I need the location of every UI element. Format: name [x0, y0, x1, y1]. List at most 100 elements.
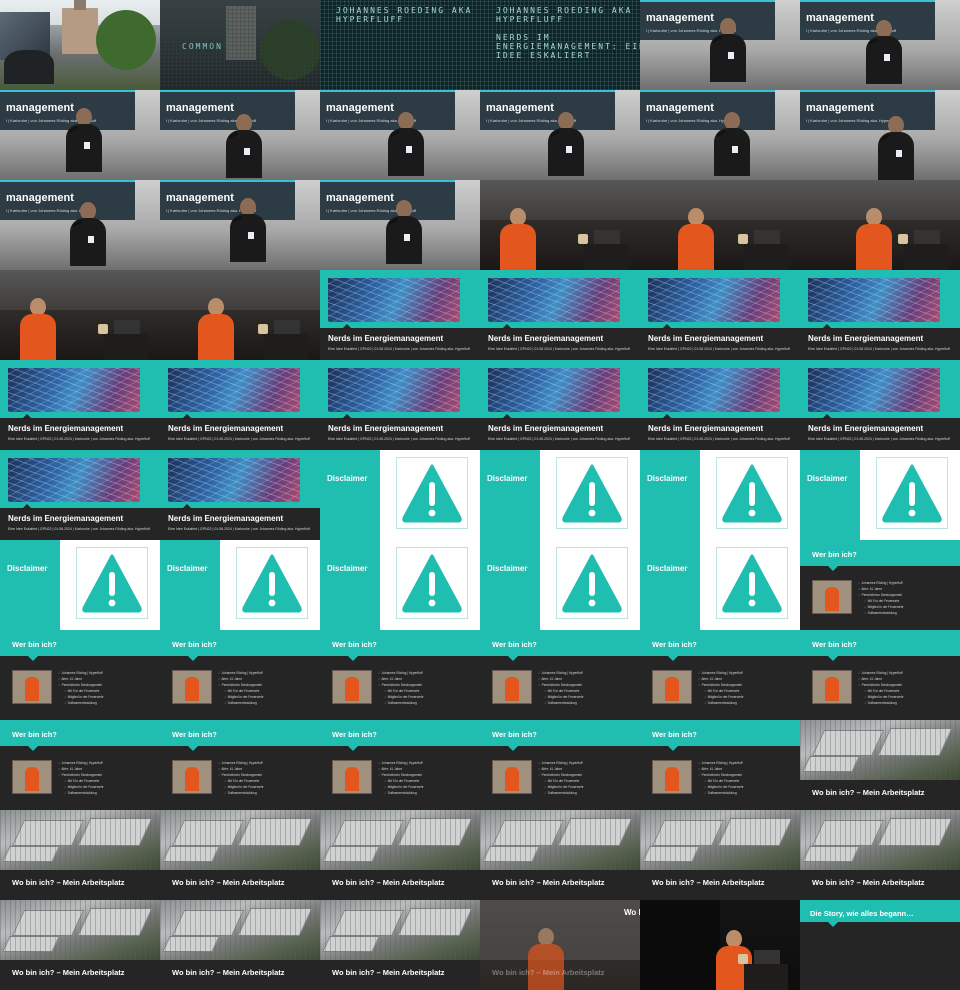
thumb-disclaimer-slide[interactable]: Disclaimer: [0, 540, 160, 630]
thumb-wer-bin-ich-slide[interactable]: Wer bin ich? ✓ Johannes Röding | Hyperfl…: [160, 720, 320, 810]
speaker-photo: [12, 760, 52, 794]
speaker-figure: [665, 767, 679, 791]
thumb-title-slide[interactable]: Nerds im Energiemanagement Eine Idee Esk…: [160, 450, 320, 540]
thumb-wer-bin-ich-slide[interactable]: Wer bin ich? ✓ Johannes Röding | Hyperfl…: [800, 540, 960, 630]
thumb-arbeitsplatz-slide[interactable]: Wo bin ich? – Mein Arbeitsplatz: [480, 810, 640, 900]
thumb-disclaimer-slide[interactable]: Disclaimer: [480, 450, 640, 540]
thumb-stage-speaker[interactable]: management l | Karlsruhe | von Johannes …: [160, 180, 320, 270]
pointer-arrow: [828, 922, 838, 927]
pointer-arrow: [508, 746, 518, 751]
thumb-stage-speaker[interactable]: management l | Karlsruhe | von Johannes …: [160, 90, 320, 180]
thumb-title-slide[interactable]: Nerds im Energiemanagement Eine Idee Esk…: [800, 270, 960, 360]
thumb-outdoor[interactable]: [0, 0, 160, 90]
pointer-arrow: [854, 474, 860, 484]
thumb-arbeitsplatz-slide[interactable]: Wo bin ich? – Mein Arbeitsplatz: [160, 900, 320, 990]
thumb-title-slide[interactable]: Nerds im Energiemanagement Eine Idee Esk…: [640, 270, 800, 360]
slide-header: Wer bin ich?: [480, 630, 640, 656]
thumb-disclaimer-slide[interactable]: Disclaimer: [640, 540, 800, 630]
thumb-transition[interactable]: COMMON: [160, 0, 320, 90]
thumb-story-slide[interactable]: Die Story, wie alles begann…: [800, 900, 960, 990]
bio-list: ✓ Johannes Röding | Hyperfluff ✓ Alter: …: [58, 760, 104, 796]
thumb-arbeitsplatz-slide[interactable]: Wo bin ich? – Mein Arbeitsplatz: [640, 810, 800, 900]
thumb-wer-bin-ich-slide[interactable]: Wer bin ich? ✓ Johannes Röding | Hyperfl…: [480, 630, 640, 720]
thumb-stage-speaker[interactable]: management l | Karlsruhe | von Johannes …: [640, 90, 800, 180]
thumb-wer-bin-ich-slide[interactable]: Wer bin ich? ✓ Johannes Röding | Hyperfl…: [480, 720, 640, 810]
thumb-fading-transition[interactable]: Wo bin ich? – Mein Arbeitsplatz Wo bi: [480, 900, 640, 990]
thumb-title-slide[interactable]: Nerds im Energiemanagement Eine Idee Esk…: [0, 360, 160, 450]
thumb-wer-bin-ich-slide[interactable]: Wer bin ich? ✓ Johannes Röding | Hyperfl…: [640, 630, 800, 720]
thumb-arbeitsplatz-slide[interactable]: Wo bin ich? – Mein Arbeitsplatz: [800, 810, 960, 900]
thumb-disclaimer-slide[interactable]: Disclaimer: [160, 540, 320, 630]
thumb-mono-title[interactable]: JOHANNES ROEDING AKA HYPERFLUFF NERDS IM…: [480, 0, 640, 90]
thumb-speaker-orange[interactable]: [0, 270, 160, 360]
slide-title: Wer bin ich?: [492, 730, 537, 739]
speaker: [548, 112, 584, 176]
pointer-arrow: [214, 564, 220, 574]
slide-header: Wer bin ich?: [320, 720, 480, 746]
thumb-arbeitsplatz-slide[interactable]: Wo bin ich? – Mein Arbeitsplatz: [160, 810, 320, 900]
bio-subitem: ✓ Softwareentwicklung: [64, 701, 97, 705]
speaker-photo: [172, 760, 212, 794]
network-image: [648, 368, 780, 412]
slide-subtitle: Eine Idee Eskaliert | GPN22 | 01.06.2024…: [8, 527, 150, 531]
warning-frame: [396, 547, 468, 619]
thumb-speaker-orange[interactable]: [640, 180, 800, 270]
thumb-disclaimer-slide[interactable]: Disclaimer: [800, 450, 960, 540]
pointer-arrow: [22, 414, 32, 419]
slide-title: Nerds im Energiemanagement: [168, 424, 284, 433]
thumb-wer-bin-ich-slide[interactable]: Wer bin ich? ✓ Johannes Röding | Hyperfl…: [320, 630, 480, 720]
thumb-disclaimer-slide[interactable]: Disclaimer: [480, 540, 640, 630]
speaker: [230, 198, 266, 262]
thumb-stage-speaker[interactable]: management l | Karlsruhe | von Johannes …: [320, 180, 480, 270]
thumb-stage-speaker[interactable]: management l | Karlsruhe | von Johannes …: [800, 90, 960, 180]
thumb-arbeitsplatz-slide[interactable]: Wo bin ich? – Mein Arbeitsplatz: [320, 810, 480, 900]
roof-stripes: [480, 810, 640, 870]
title-bar: Nerds im Energiemanagement Eine Idee Esk…: [160, 504, 320, 540]
bio-subitem: ✓ Softwareentwicklung: [704, 701, 737, 705]
thumb-wer-bin-ich-slide[interactable]: Wer bin ich? ✓ Johannes Röding | Hyperfl…: [320, 720, 480, 810]
thumb-wer-bin-ich-slide[interactable]: Wer bin ich? ✓ Johannes Röding | Hyperfl…: [800, 630, 960, 720]
slide-header: Wer bin ich?: [800, 540, 960, 566]
slide-subtitle: Eine Idee Eskaliert | GPN22 | 01.06.2024…: [328, 347, 470, 351]
pointer-arrow: [348, 656, 358, 661]
thumb-arbeitsplatz-slide[interactable]: Wo bin ich? – Mein Arbeitsplatz: [320, 900, 480, 990]
disclaimer-panel: [380, 450, 480, 540]
thumb-arbeitsplatz-slide[interactable]: Wo bin ich? – Mein Arbeitsplatz: [0, 810, 160, 900]
slide-title: Nerds im Energiemanagement: [808, 334, 924, 343]
thumb-disclaimer-slide[interactable]: Disclaimer: [320, 450, 480, 540]
thumb-wer-bin-ich-slide[interactable]: Wer bin ich? ✓ Johannes Röding | Hyperfl…: [0, 630, 160, 720]
warning-triangle-icon: [82, 554, 142, 613]
thumb-stage-speaker[interactable]: management l | Karlsruhe | von Johannes …: [640, 0, 800, 90]
disclaimer-panel: [220, 540, 320, 630]
thumb-stage-speaker[interactable]: management l | Karlsruhe | von Johannes …: [800, 0, 960, 90]
thumb-title-slide[interactable]: Nerds im Energiemanagement Eine Idee Esk…: [640, 360, 800, 450]
thumb-title-slide[interactable]: Nerds im Energiemanagement Eine Idee Esk…: [0, 450, 160, 540]
thumb-wer-bin-ich-slide[interactable]: Wer bin ich? ✓ Johannes Röding | Hyperfl…: [160, 630, 320, 720]
thumb-title-slide[interactable]: Nerds im Energiemanagement Eine Idee Esk…: [800, 360, 960, 450]
thumb-title-slide[interactable]: Nerds im Energiemanagement Eine Idee Esk…: [320, 360, 480, 450]
thumb-disclaimer-slide[interactable]: Disclaimer: [640, 450, 800, 540]
thumb-dark-stage[interactable]: [640, 900, 800, 990]
bio-subitem: ✓ Softwareentwicklung: [384, 701, 417, 705]
disclaimer-label: Disclaimer: [487, 474, 528, 483]
speaker-body: [856, 224, 892, 270]
thumb-arbeitsplatz-slide[interactable]: Wo bin ich? – Mein Arbeitsplatz: [800, 720, 960, 810]
thumb-stage-speaker[interactable]: management l | Karlsruhe | von Johannes …: [0, 180, 160, 270]
thumb-title-slide[interactable]: Nerds im Energiemanagement Eine Idee Esk…: [480, 360, 640, 450]
thumb-speaker-orange[interactable]: [160, 270, 320, 360]
thumb-stage-speaker[interactable]: management l | Karlsruhe | von Johannes …: [320, 90, 480, 180]
thumb-speaker-orange[interactable]: [800, 180, 960, 270]
thumb-wer-bin-ich-slide[interactable]: Wer bin ich? ✓ Johannes Röding | Hyperfl…: [0, 720, 160, 810]
thumb-speaker-orange[interactable]: [480, 180, 640, 270]
thumb-title-slide[interactable]: Nerds im Energiemanagement Eine Idee Esk…: [480, 270, 640, 360]
thumb-title-slide[interactable]: Nerds im Energiemanagement Eine Idee Esk…: [320, 270, 480, 360]
slide-title: Wer bin ich?: [652, 730, 697, 739]
thumb-mono-title[interactable]: JOHANNES ROEDING AKA HYPERFLUFF: [320, 0, 480, 90]
projection-screen: management l | Karlsruhe | von Johannes …: [640, 90, 775, 130]
thumb-stage-speaker[interactable]: management l | Karlsruhe | von Johannes …: [0, 90, 160, 180]
thumb-title-slide[interactable]: Nerds im Energiemanagement Eine Idee Esk…: [160, 360, 320, 450]
thumb-stage-speaker[interactable]: management l | Karlsruhe | von Johannes …: [480, 90, 640, 180]
thumb-disclaimer-slide[interactable]: Disclaimer: [320, 540, 480, 630]
thumb-arbeitsplatz-slide[interactable]: Wo bin ich? – Mein Arbeitsplatz: [0, 900, 160, 990]
thumb-wer-bin-ich-slide[interactable]: Wer bin ich? ✓ Johannes Röding | Hyperfl…: [640, 720, 800, 810]
